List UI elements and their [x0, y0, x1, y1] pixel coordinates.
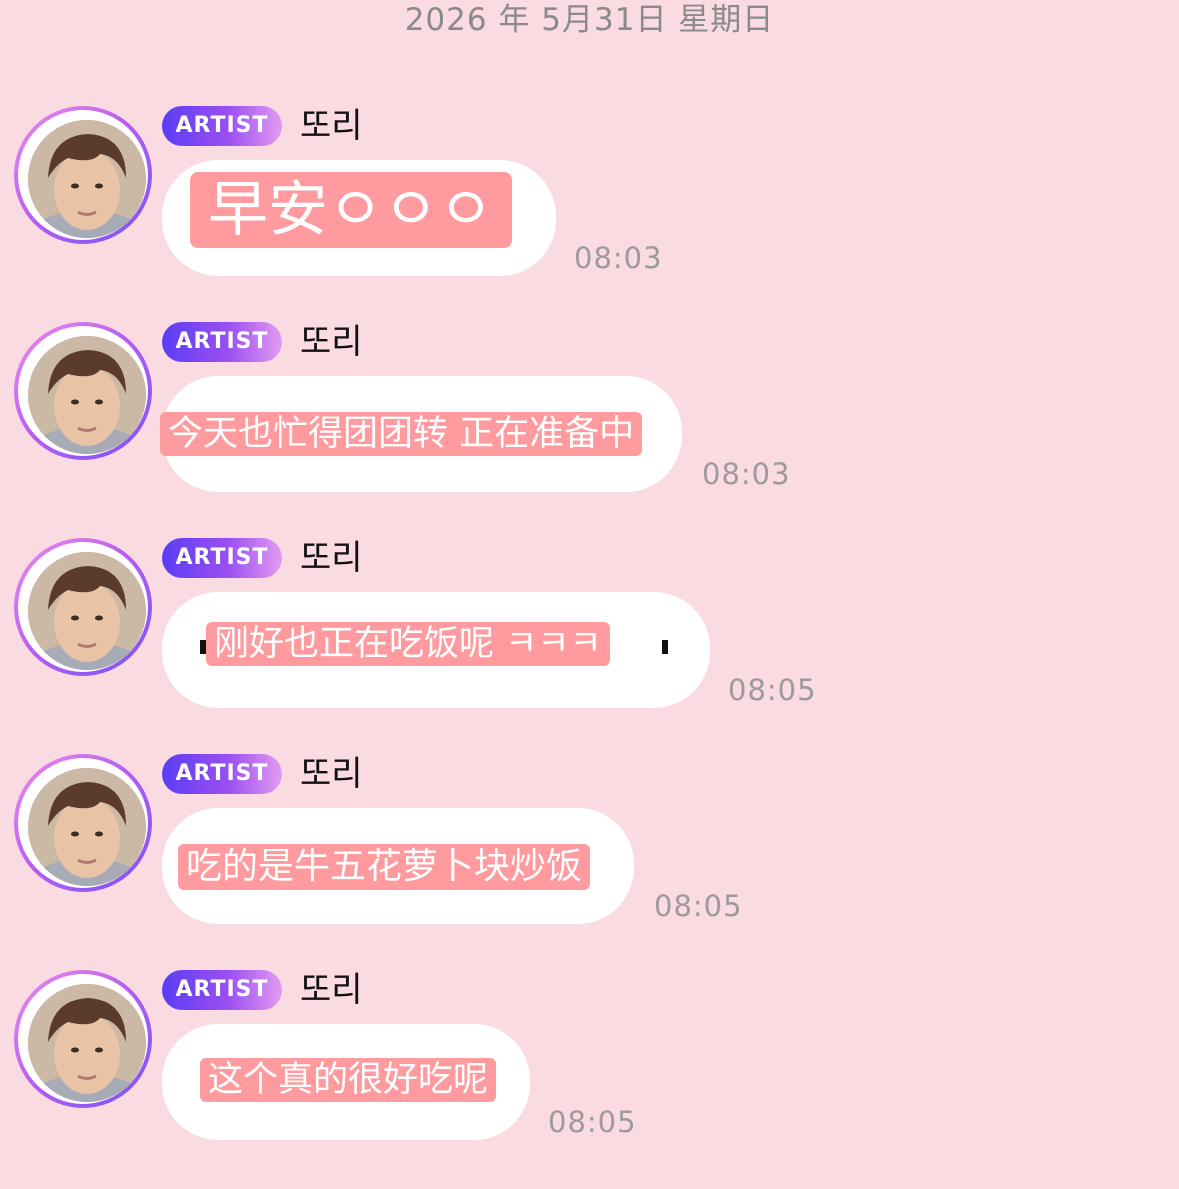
artist-badge: ARTIST	[162, 538, 282, 578]
artist-badge: ARTIST	[162, 970, 282, 1010]
message-row: ARTIST 또리 这个真的很好吃呢 08:05	[0, 864, 1179, 1140]
message-row: ARTIST 또리 吃的是牛五花萝卜块炒饭 08:05	[0, 648, 1179, 924]
sender-name: 또리	[300, 538, 363, 578]
sender-name: 또리	[300, 106, 363, 146]
sender-name: 또리	[300, 322, 363, 362]
artist-badge: ARTIST	[162, 322, 282, 362]
artist-badge: ARTIST	[162, 106, 282, 146]
message-row: ARTIST 또리 刚好也正在吃饭呢 ㅋㅋㅋ 08:05	[0, 432, 1179, 708]
artist-badge: ARTIST	[162, 754, 282, 794]
message-time: 08:05	[548, 1105, 637, 1139]
avatar[interactable]	[14, 970, 152, 1108]
sender-name: 또리	[300, 970, 363, 1010]
message-text: 这个真的很好吃呢	[200, 1058, 497, 1102]
message-row: ARTIST 또리 今天也忙得团团转 正在准备中 08:03	[0, 216, 1179, 492]
message-row: ARTIST 또리 早安ㅇㅇㅇ 08:03	[0, 0, 1179, 276]
artist-avatar-icon	[28, 984, 146, 1102]
sender-name: 또리	[300, 754, 363, 794]
